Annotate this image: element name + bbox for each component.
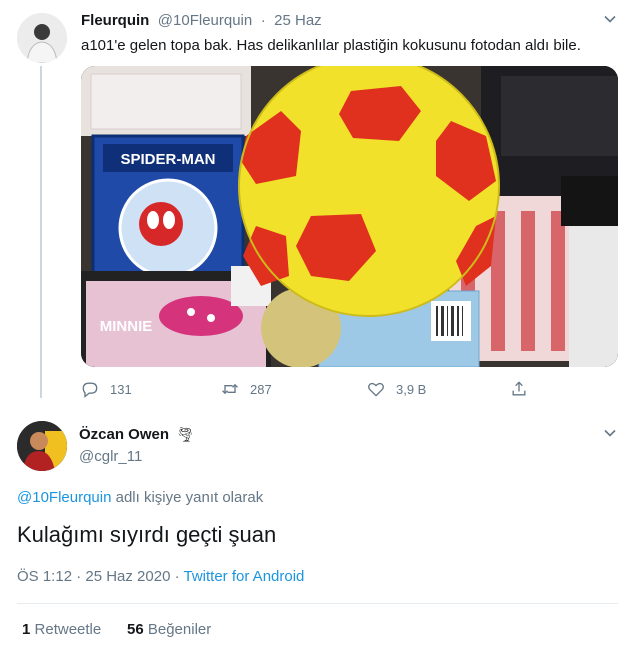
avatar-image: [17, 421, 67, 471]
heart-icon: [368, 382, 384, 397]
handle[interactable]: @cglr_11: [79, 448, 142, 465]
retweets-label: Retweetle: [34, 621, 102, 638]
timestamp[interactable]: ÖS 1:12 · 25 Haz 2020: [17, 568, 170, 585]
tweet-text: Kulağımı sıyırdı geçti şuan: [17, 522, 277, 547]
source-link[interactable]: Twitter for Android: [184, 568, 305, 585]
reply-button[interactable]: 131: [80, 379, 132, 399]
divider: [17, 603, 618, 604]
tweet-text: a101'e gelen topa bak. Has delikanlılar …: [81, 37, 581, 54]
display-name[interactable]: Özcan Owen: [79, 426, 169, 443]
likes-stat[interactable]: 56 Beğeniler: [127, 621, 211, 638]
retweets-stat[interactable]: 1 Retweetle: [22, 621, 101, 638]
tweet-photo[interactable]: SPIDER-MAN MINNIE: [81, 66, 618, 367]
reply-context: @10Fleurquin adlı kişiye yanıt olarak: [17, 489, 263, 506]
tweet-meta: ÖS 1:12 · 25 Haz 2020 · Twitter for Andr…: [17, 568, 304, 585]
retweet-count: 287: [250, 381, 272, 397]
separator-dot: ·: [260, 12, 266, 29]
reply-count: 131: [110, 381, 132, 397]
avatar[interactable]: [17, 13, 67, 63]
timestamp[interactable]: 25 Haz: [274, 12, 322, 29]
share-button[interactable]: [509, 379, 529, 399]
like-button[interactable]: 3,9 B: [366, 379, 426, 399]
reply-to-suffix: adlı kişiye yanıt olarak: [111, 489, 264, 506]
reply-icon: [82, 382, 98, 398]
separator-dot: ·: [170, 568, 184, 585]
minnie-label: MINNIE: [100, 318, 153, 335]
likes-count: 56: [127, 621, 144, 638]
tweet-header: Fleurquin @10Fleurquin · 25 Haz: [81, 12, 601, 30]
tornado-icon: 🌪: [176, 426, 195, 442]
avatar-image: [17, 13, 67, 63]
retweet-button[interactable]: 287: [220, 379, 272, 399]
spiderman-title: SPIDER-MAN: [120, 151, 215, 168]
display-name[interactable]: Fleurquin: [81, 12, 149, 29]
like-count: 3,9 B: [396, 381, 427, 397]
retweets-count: 1: [22, 621, 31, 638]
thread-line: [40, 66, 42, 398]
share-icon: [512, 381, 526, 396]
chevron-down-icon[interactable]: [603, 12, 617, 29]
avatar[interactable]: [17, 421, 67, 471]
author-name-row: Özcan Owen 🌪: [79, 426, 194, 444]
likes-label: Beğeniler: [147, 621, 212, 638]
chevron-down-icon[interactable]: [603, 426, 617, 443]
retweet-icon: [222, 383, 238, 395]
handle[interactable]: @10Fleurquin: [158, 12, 252, 29]
reply-to-link[interactable]: @10Fleurquin: [17, 489, 111, 506]
